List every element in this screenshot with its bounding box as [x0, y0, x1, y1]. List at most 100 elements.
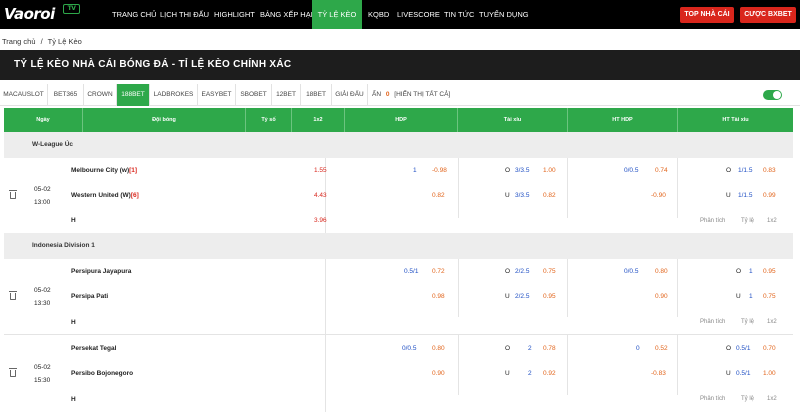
tab-easybet[interactable]: EASYBET — [198, 84, 236, 106]
analysis-link[interactable]: Phân tích — [700, 396, 725, 402]
ht-ou-under-side: U — [726, 192, 731, 199]
odd-1x2-away[interactable]: 4.43 — [314, 192, 327, 199]
x12-link[interactable]: 1x2 — [767, 319, 777, 325]
away-team[interactable]: Persipa Pati — [71, 293, 108, 300]
match-date: 05-02 — [34, 186, 51, 193]
col-ht-tai-xiu: HT Tài xỉu — [722, 117, 749, 123]
odds-link[interactable]: Tỷ lệ — [741, 218, 754, 224]
delete-icon[interactable] — [9, 190, 17, 199]
ht-ou-over-line: 0.5/1 — [736, 345, 751, 352]
tab-12bet[interactable]: 12BET — [272, 84, 301, 106]
tv-badge-icon: TV — [63, 4, 80, 14]
x12-link[interactable]: 1x2 — [767, 396, 777, 402]
nav-livescore[interactable]: LIVESCORE — [392, 0, 445, 29]
ht-ou-under-line: 1 — [749, 293, 753, 300]
site-logo[interactable]: Vaoroi TV — [4, 4, 100, 25]
tab-macauslot[interactable]: MACAUSLOT — [0, 84, 48, 106]
draw-label: H — [71, 319, 76, 326]
cuoc-bxbet-button[interactable]: CƯỢC BXBET — [740, 7, 796, 23]
ht-ou-under-line: 1/1.5 — [738, 192, 753, 199]
ou-over-odd[interactable]: 1.00 — [543, 167, 556, 174]
odd-1x2-home[interactable]: 1.55 — [314, 167, 327, 174]
league-header: Indonesia Division 1 — [4, 233, 793, 259]
ht-ou-under-odd[interactable]: 1.00 — [763, 370, 776, 377]
ou-under-odd[interactable]: 0.92 — [543, 370, 556, 377]
tab-crown[interactable]: CROWN — [84, 84, 117, 106]
match-time: 15:30 — [34, 377, 51, 384]
ou-over-side: O — [505, 345, 511, 352]
ht-hdp-home-odd[interactable]: 0.74 — [655, 167, 668, 174]
ht-hdp-away-odd[interactable]: -0.90 — [651, 192, 666, 199]
analysis-link[interactable]: Phân tích — [700, 319, 725, 325]
nav-highlight[interactable]: HIGHLIGHT — [209, 0, 260, 29]
nav-kqbd[interactable]: KQBD — [363, 0, 394, 29]
ht-ou-under-side: U — [726, 370, 731, 377]
hdp-away-odd[interactable]: 0.82 — [432, 192, 445, 199]
ou-over-odd[interactable]: 0.75 — [543, 268, 556, 275]
col-ty-so: Tỷ số — [246, 108, 292, 132]
nav-ty-le-keo[interactable]: TỶ LỆ KÈO — [312, 0, 362, 29]
tab-giai-dau[interactable]: GIẢI ĐẤU — [332, 84, 368, 106]
match-date: 05-02 — [34, 287, 51, 294]
ou-under-line: 2/2.5 — [515, 293, 530, 300]
ou-under-line: 2 — [528, 370, 532, 377]
top-nha-cai-button[interactable]: TOP NHÀ CÁI — [680, 7, 734, 23]
hdp-home-odd[interactable]: 0.80 — [432, 345, 445, 352]
tab-188bet[interactable]: 188BET — [117, 84, 150, 106]
ou-under-odd[interactable]: 0.95 — [543, 293, 556, 300]
ht-ou-over-odd[interactable]: 0.83 — [763, 167, 776, 174]
tab-18bet[interactable]: 18BET — [301, 84, 332, 106]
home-team-name[interactable]: Melbourne City (w) — [71, 167, 129, 174]
tab-sbobet[interactable]: SBOBET — [236, 84, 272, 106]
hdp-away-odd[interactable]: 0.90 — [432, 370, 445, 377]
breadcrumb-home[interactable]: Trang chủ — [2, 37, 36, 46]
ht-ou-under-odd[interactable]: 0.75 — [763, 293, 776, 300]
hdp-away-odd[interactable]: 0.98 — [432, 293, 445, 300]
home-team[interactable]: Melbourne City (w)[1] — [71, 167, 137, 174]
match-date: 05-02 — [34, 364, 51, 371]
delete-icon[interactable] — [9, 291, 17, 300]
nav-lich-thi-dau[interactable]: LỊCH THI ĐẤU — [155, 0, 214, 29]
show-all-link[interactable]: [HIỂN THỊ TẤT CẢ] — [394, 91, 450, 98]
ht-hdp-line: 0/0.5 — [624, 167, 639, 174]
home-team[interactable]: Persekat Tegal — [71, 345, 116, 352]
nav-trang-chu[interactable]: TRANG CHỦ — [107, 0, 162, 29]
tab-bet365[interactable]: BET365 — [48, 84, 84, 106]
ht-ou-over-odd[interactable]: 0.70 — [763, 345, 776, 352]
away-team[interactable]: Western United (W)[6] — [71, 192, 139, 199]
ht-hdp-home-odd[interactable]: 0.80 — [655, 268, 668, 275]
ht-ou-over-odd[interactable]: 0.95 — [763, 268, 776, 275]
ht-hdp-home-odd[interactable]: 0.52 — [655, 345, 668, 352]
divider — [567, 335, 568, 395]
hdp-home-odd[interactable]: 0.72 — [432, 268, 445, 275]
tab-ladbrokes[interactable]: LADBROKES — [150, 84, 198, 106]
nav-tuyen-dung[interactable]: TUYỂN DỤNG — [474, 0, 534, 29]
ou-over-line: 2 — [528, 345, 532, 352]
match-time: 13:00 — [34, 199, 51, 206]
delete-icon[interactable] — [9, 368, 17, 377]
ht-ou-under-odd[interactable]: 0.99 — [763, 192, 776, 199]
col-tai-xiu: Tài xỉu — [458, 108, 568, 132]
ht-hdp-away-odd[interactable]: -0.83 — [651, 370, 666, 377]
top-navbar: Vaoroi TV TRANG CHỦ LỊCH THI ĐẤU HIGHLIG… — [0, 0, 800, 29]
away-team-name[interactable]: Western United (W) — [71, 192, 131, 199]
odd-1x2-draw[interactable]: 3.96 — [314, 217, 327, 224]
league-header: W-League Úc — [4, 132, 793, 158]
hdp-home-odd[interactable]: -0.98 — [432, 167, 447, 174]
home-team[interactable]: Persipura Jayapura — [71, 268, 131, 275]
hidden-count: 0 — [385, 91, 390, 98]
x12-link[interactable]: 1x2 — [767, 218, 777, 224]
ht-ou-under-side: U — [736, 293, 741, 300]
analysis-link[interactable]: Phân tích — [700, 218, 725, 224]
away-team[interactable]: Persibo Bojonegoro — [71, 370, 133, 377]
ou-over-odd[interactable]: 0.78 — [543, 345, 556, 352]
odds-toggle[interactable] — [763, 90, 782, 100]
row-separator — [4, 334, 793, 335]
ht-ou-over-side: O — [736, 268, 742, 275]
col-ht-hdp: HT HDP — [568, 108, 678, 132]
ou-under-odd[interactable]: 0.82 — [543, 192, 556, 199]
odds-link[interactable]: Tỷ lệ — [741, 396, 754, 402]
draw-label: H — [71, 217, 76, 224]
ht-hdp-away-odd[interactable]: 0.90 — [655, 293, 668, 300]
odds-link[interactable]: Tỷ lệ — [741, 319, 754, 325]
